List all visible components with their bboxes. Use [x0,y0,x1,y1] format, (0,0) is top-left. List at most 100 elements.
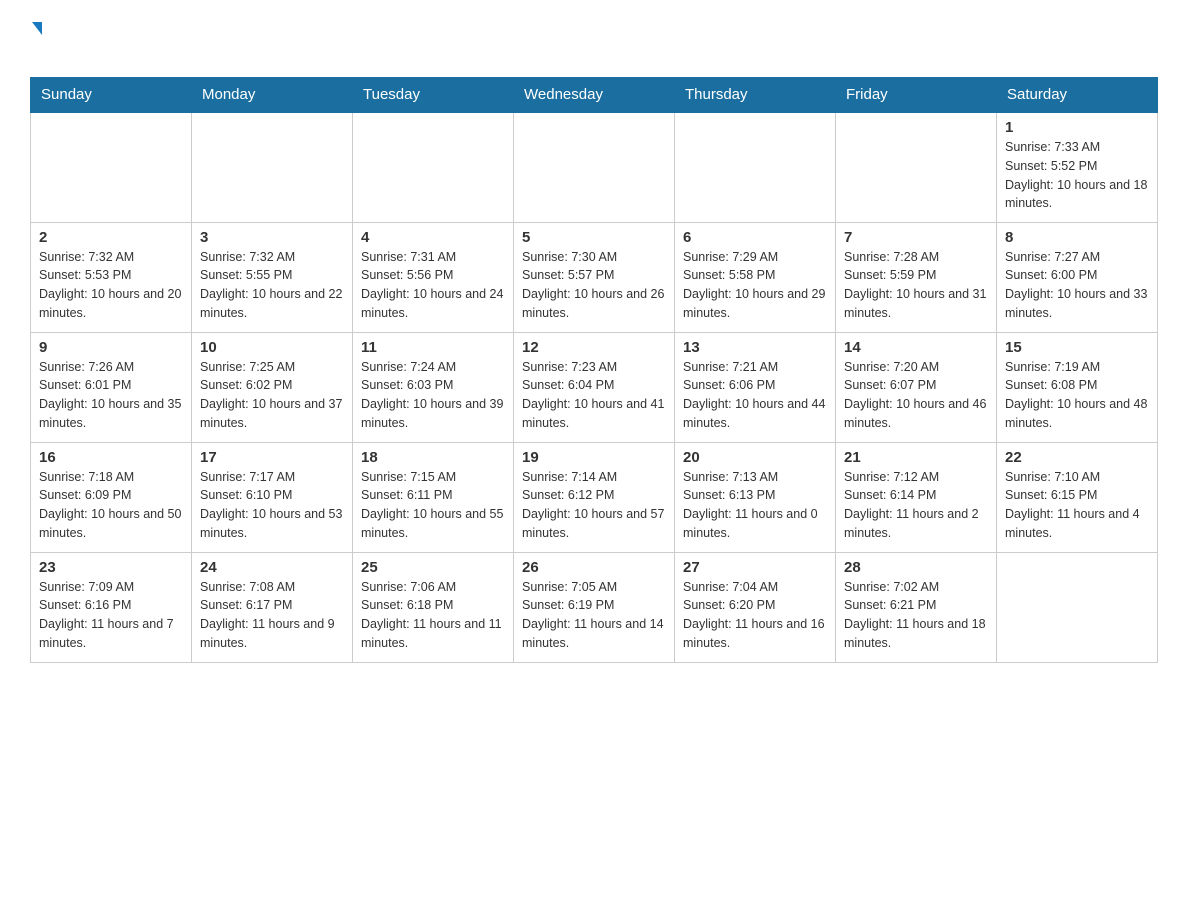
calendar-cell: 3 Sunrise: 7:32 AMSunset: 5:55 PMDaylight… [192,222,353,332]
day-number: 15 [1005,339,1149,356]
weekday-header-monday: Monday [192,78,353,113]
week-row-3: 9Sunrise: 7:26 AMSunset: 6:01 PMDaylight… [31,332,1158,442]
day-info: Sunrise: 7:20 AMSunset: 6:07 PMDaylight:… [844,358,988,433]
day-info: Sunrise: 7:09 AMSunset: 6:16 PMDaylight:… [39,578,183,653]
calendar-cell [836,112,997,222]
calendar-cell: 16Sunrise: 7:18 AMSunset: 6:09 PMDayligh… [31,442,192,552]
day-number: 1 [1005,119,1149,136]
calendar-cell: 20 Sunrise: 7:13 AMSunset: 6:13 PMDayligh… [675,442,836,552]
day-number: 13 [683,339,827,356]
calendar-cell: 19Sunrise: 7:14 AMSunset: 6:12 PMDayligh… [514,442,675,552]
day-number: 24 [200,559,344,576]
calendar-cell: 2 Sunrise: 7:32 AMSunset: 5:53 PMDaylight… [31,222,192,332]
day-info: Sunrise: 7:21 AMSunset: 6:06 PMDaylight:… [683,358,827,433]
week-row-4: 16Sunrise: 7:18 AMSunset: 6:09 PMDayligh… [31,442,1158,552]
day-info: Sunrise: 7:10 AMSunset: 6:15 PMDaylight:… [1005,468,1149,543]
day-info: Sunrise: 7:12 AMSunset: 6:14 PMDaylight:… [844,468,988,543]
day-info: Sunrise: 7:15 AMSunset: 6:11 PMDaylight:… [361,468,505,543]
day-info: Sunrise: 7:17 AMSunset: 6:10 PMDaylight:… [200,468,344,543]
day-number: 7 [844,229,988,246]
day-info: Sunrise: 7:02 AMSunset: 6:21 PMDaylight:… [844,578,988,653]
day-info: Sunrise: 7:14 AMSunset: 6:12 PMDaylight:… [522,468,666,543]
calendar-cell: 11 Sunrise: 7:24 AMSunset: 6:03 PMDayligh… [353,332,514,442]
calendar-cell: 27 Sunrise: 7:04 AMSunset: 6:20 PMDayligh… [675,552,836,662]
weekday-header-sunday: Sunday [31,78,192,113]
calendar-cell: 18 Sunrise: 7:15 AMSunset: 6:11 PMDayligh… [353,442,514,552]
day-info: Sunrise: 7:06 AMSunset: 6:18 PMDaylight:… [361,578,505,653]
weekday-header-tuesday: Tuesday [353,78,514,113]
day-info: Sunrise: 7:24 AMSunset: 6:03 PMDaylight:… [361,358,505,433]
week-row-2: 2 Sunrise: 7:32 AMSunset: 5:53 PMDaylight… [31,222,1158,332]
day-info: Sunrise: 7:33 AMSunset: 5:52 PMDaylight:… [1005,138,1149,213]
day-number: 9 [39,339,183,356]
day-number: 26 [522,559,666,576]
day-number: 11 [361,339,505,356]
day-number: 8 [1005,229,1149,246]
day-number: 16 [39,449,183,466]
day-info: Sunrise: 7:13 AMSunset: 6:13 PMDaylight:… [683,468,827,543]
weekday-header-wednesday: Wednesday [514,78,675,113]
week-row-1: 1 Sunrise: 7:33 AMSunset: 5:52 PMDaylight… [31,112,1158,222]
calendar-cell: 21 Sunrise: 7:12 AMSunset: 6:14 PMDayligh… [836,442,997,552]
calendar-cell: 24 Sunrise: 7:08 AMSunset: 6:17 PMDayligh… [192,552,353,662]
calendar-cell: 7 Sunrise: 7:28 AMSunset: 5:59 PMDaylight… [836,222,997,332]
day-info: Sunrise: 7:23 AMSunset: 6:04 PMDaylight:… [522,358,666,433]
day-info: Sunrise: 7:27 AMSunset: 6:00 PMDaylight:… [1005,248,1149,323]
weekday-header-friday: Friday [836,78,997,113]
calendar-cell: 15 Sunrise: 7:19 AMSunset: 6:08 PMDayligh… [997,332,1158,442]
weekday-header-saturday: Saturday [997,78,1158,113]
calendar-cell: 13 Sunrise: 7:21 AMSunset: 6:06 PMDayligh… [675,332,836,442]
day-number: 4 [361,229,505,246]
day-number: 22 [1005,449,1149,466]
calendar-cell: 8 Sunrise: 7:27 AMSunset: 6:00 PMDaylight… [997,222,1158,332]
calendar-cell: 6Sunrise: 7:29 AMSunset: 5:58 PMDaylight… [675,222,836,332]
day-number: 21 [844,449,988,466]
day-info: Sunrise: 7:31 AMSunset: 5:56 PMDaylight:… [361,248,505,323]
calendar-cell [353,112,514,222]
calendar-cell: 14 Sunrise: 7:20 AMSunset: 6:07 PMDayligh… [836,332,997,442]
calendar-cell: 4 Sunrise: 7:31 AMSunset: 5:56 PMDaylight… [353,222,514,332]
calendar-cell: 5 Sunrise: 7:30 AMSunset: 5:57 PMDaylight… [514,222,675,332]
calendar-cell [31,112,192,222]
day-number: 14 [844,339,988,356]
calendar-cell [997,552,1158,662]
day-info: Sunrise: 7:32 AMSunset: 5:53 PMDaylight:… [39,248,183,323]
calendar-cell: 1 Sunrise: 7:33 AMSunset: 5:52 PMDaylight… [997,112,1158,222]
day-number: 20 [683,449,827,466]
day-number: 2 [39,229,183,246]
day-number: 23 [39,559,183,576]
day-info: Sunrise: 7:29 AMSunset: 5:58 PMDaylight:… [683,248,827,323]
day-number: 5 [522,229,666,246]
calendar-cell: 22 Sunrise: 7:10 AMSunset: 6:15 PMDayligh… [997,442,1158,552]
day-info: Sunrise: 7:04 AMSunset: 6:20 PMDaylight:… [683,578,827,653]
day-number: 3 [200,229,344,246]
day-info: Sunrise: 7:05 AMSunset: 6:19 PMDaylight:… [522,578,666,653]
day-number: 10 [200,339,344,356]
day-info: Sunrise: 7:32 AMSunset: 5:55 PMDaylight:… [200,248,344,323]
week-row-5: 23 Sunrise: 7:09 AMSunset: 6:16 PMDayligh… [31,552,1158,662]
calendar-cell: 25Sunrise: 7:06 AMSunset: 6:18 PMDayligh… [353,552,514,662]
logo [30,20,42,61]
weekday-header-thursday: Thursday [675,78,836,113]
day-info: Sunrise: 7:19 AMSunset: 6:08 PMDaylight:… [1005,358,1149,433]
day-info: Sunrise: 7:25 AMSunset: 6:02 PMDaylight:… [200,358,344,433]
calendar-cell: 12 Sunrise: 7:23 AMSunset: 6:04 PMDayligh… [514,332,675,442]
calendar-table: SundayMondayTuesdayWednesdayThursdayFrid… [30,77,1158,663]
calendar-cell: 10 Sunrise: 7:25 AMSunset: 6:02 PMDayligh… [192,332,353,442]
calendar-cell [675,112,836,222]
logo-arrow-icon [32,22,42,35]
day-info: Sunrise: 7:30 AMSunset: 5:57 PMDaylight:… [522,248,666,323]
calendar-cell: 26 Sunrise: 7:05 AMSunset: 6:19 PMDayligh… [514,552,675,662]
day-number: 17 [200,449,344,466]
calendar-cell [192,112,353,222]
calendar-cell: 28Sunrise: 7:02 AMSunset: 6:21 PMDayligh… [836,552,997,662]
day-info: Sunrise: 7:28 AMSunset: 5:59 PMDaylight:… [844,248,988,323]
page-header [30,20,1158,61]
day-info: Sunrise: 7:08 AMSunset: 6:17 PMDaylight:… [200,578,344,653]
calendar-cell: 9Sunrise: 7:26 AMSunset: 6:01 PMDaylight… [31,332,192,442]
weekday-header-row: SundayMondayTuesdayWednesdayThursdayFrid… [31,78,1158,113]
day-number: 12 [522,339,666,356]
day-number: 27 [683,559,827,576]
calendar-cell: 17 Sunrise: 7:17 AMSunset: 6:10 PMDayligh… [192,442,353,552]
day-number: 18 [361,449,505,466]
